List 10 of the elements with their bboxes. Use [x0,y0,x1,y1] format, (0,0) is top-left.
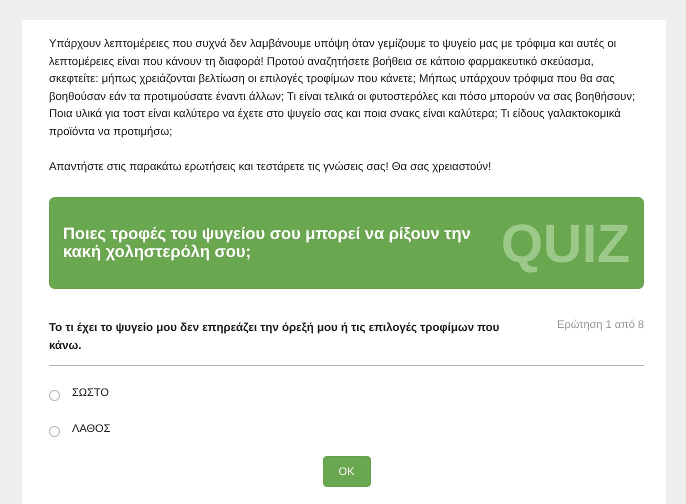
intro-paragraph: Υπάρχουν λεπτομέρειες που συχνά δεν λαμβάνουμε υπόψη όταν γεμίζουμε το ψυγείο μας με τρόφιμα και αυτές οι λεπτομέρειες είναι που κάνουν τη διαφορά! Προτού αναζητήσετε βοήθεια σε κάποιο φαρμακευτικό σκεύασμα, σκεφτείτε: μήπως χρειάζονται βελτίωση οι επιλογές τροφίμων που κάνετε; Μήπως υπάρχουν τρόφιμα που θα σας βοηθούσαν εάν τα προτιμούσατε έναντι άλλων; Τι είναι τελικά οι φυτοστερόλες και πόσο μπορούν να σας βοηθήσουν; Ποια υλικά για τοστ είναι καλύτερο να έχετε στο ψυγείο σας και ποια σνακς είναι καλύτερα; Τι είδους γαλακτοκομικά προϊόντα να προτιμήσω; [49,37,636,140]
option-label[interactable]: ΣΩΣΤΟ [72,387,109,400]
instruction-text: Απαντήστε στις παρακάτω ερωτήσεις και τεστάρετε τις γνώσεις σας! Θα σας χρειαστούν! [49,160,492,175]
question-text: Το τι έχει το ψυγείο μου δεν επηρεάζει την όρεξή μου ή τις επιλογές τροφίμων που κάνω. [49,321,500,354]
quiz-decoration-text: QUIZ [501,217,630,272]
quiz-title: Ποιες τροφές του ψυγείου σου μπορεί να ρίξουν την κακή χοληστερόλη σου; [63,225,472,262]
option-label[interactable]: ΛΑΘΟΣ [72,423,110,436]
radio-button[interactable] [49,390,60,401]
radio-button[interactable] [49,426,60,437]
question-counter: Ερώτηση 1 από 8 [557,319,644,334]
